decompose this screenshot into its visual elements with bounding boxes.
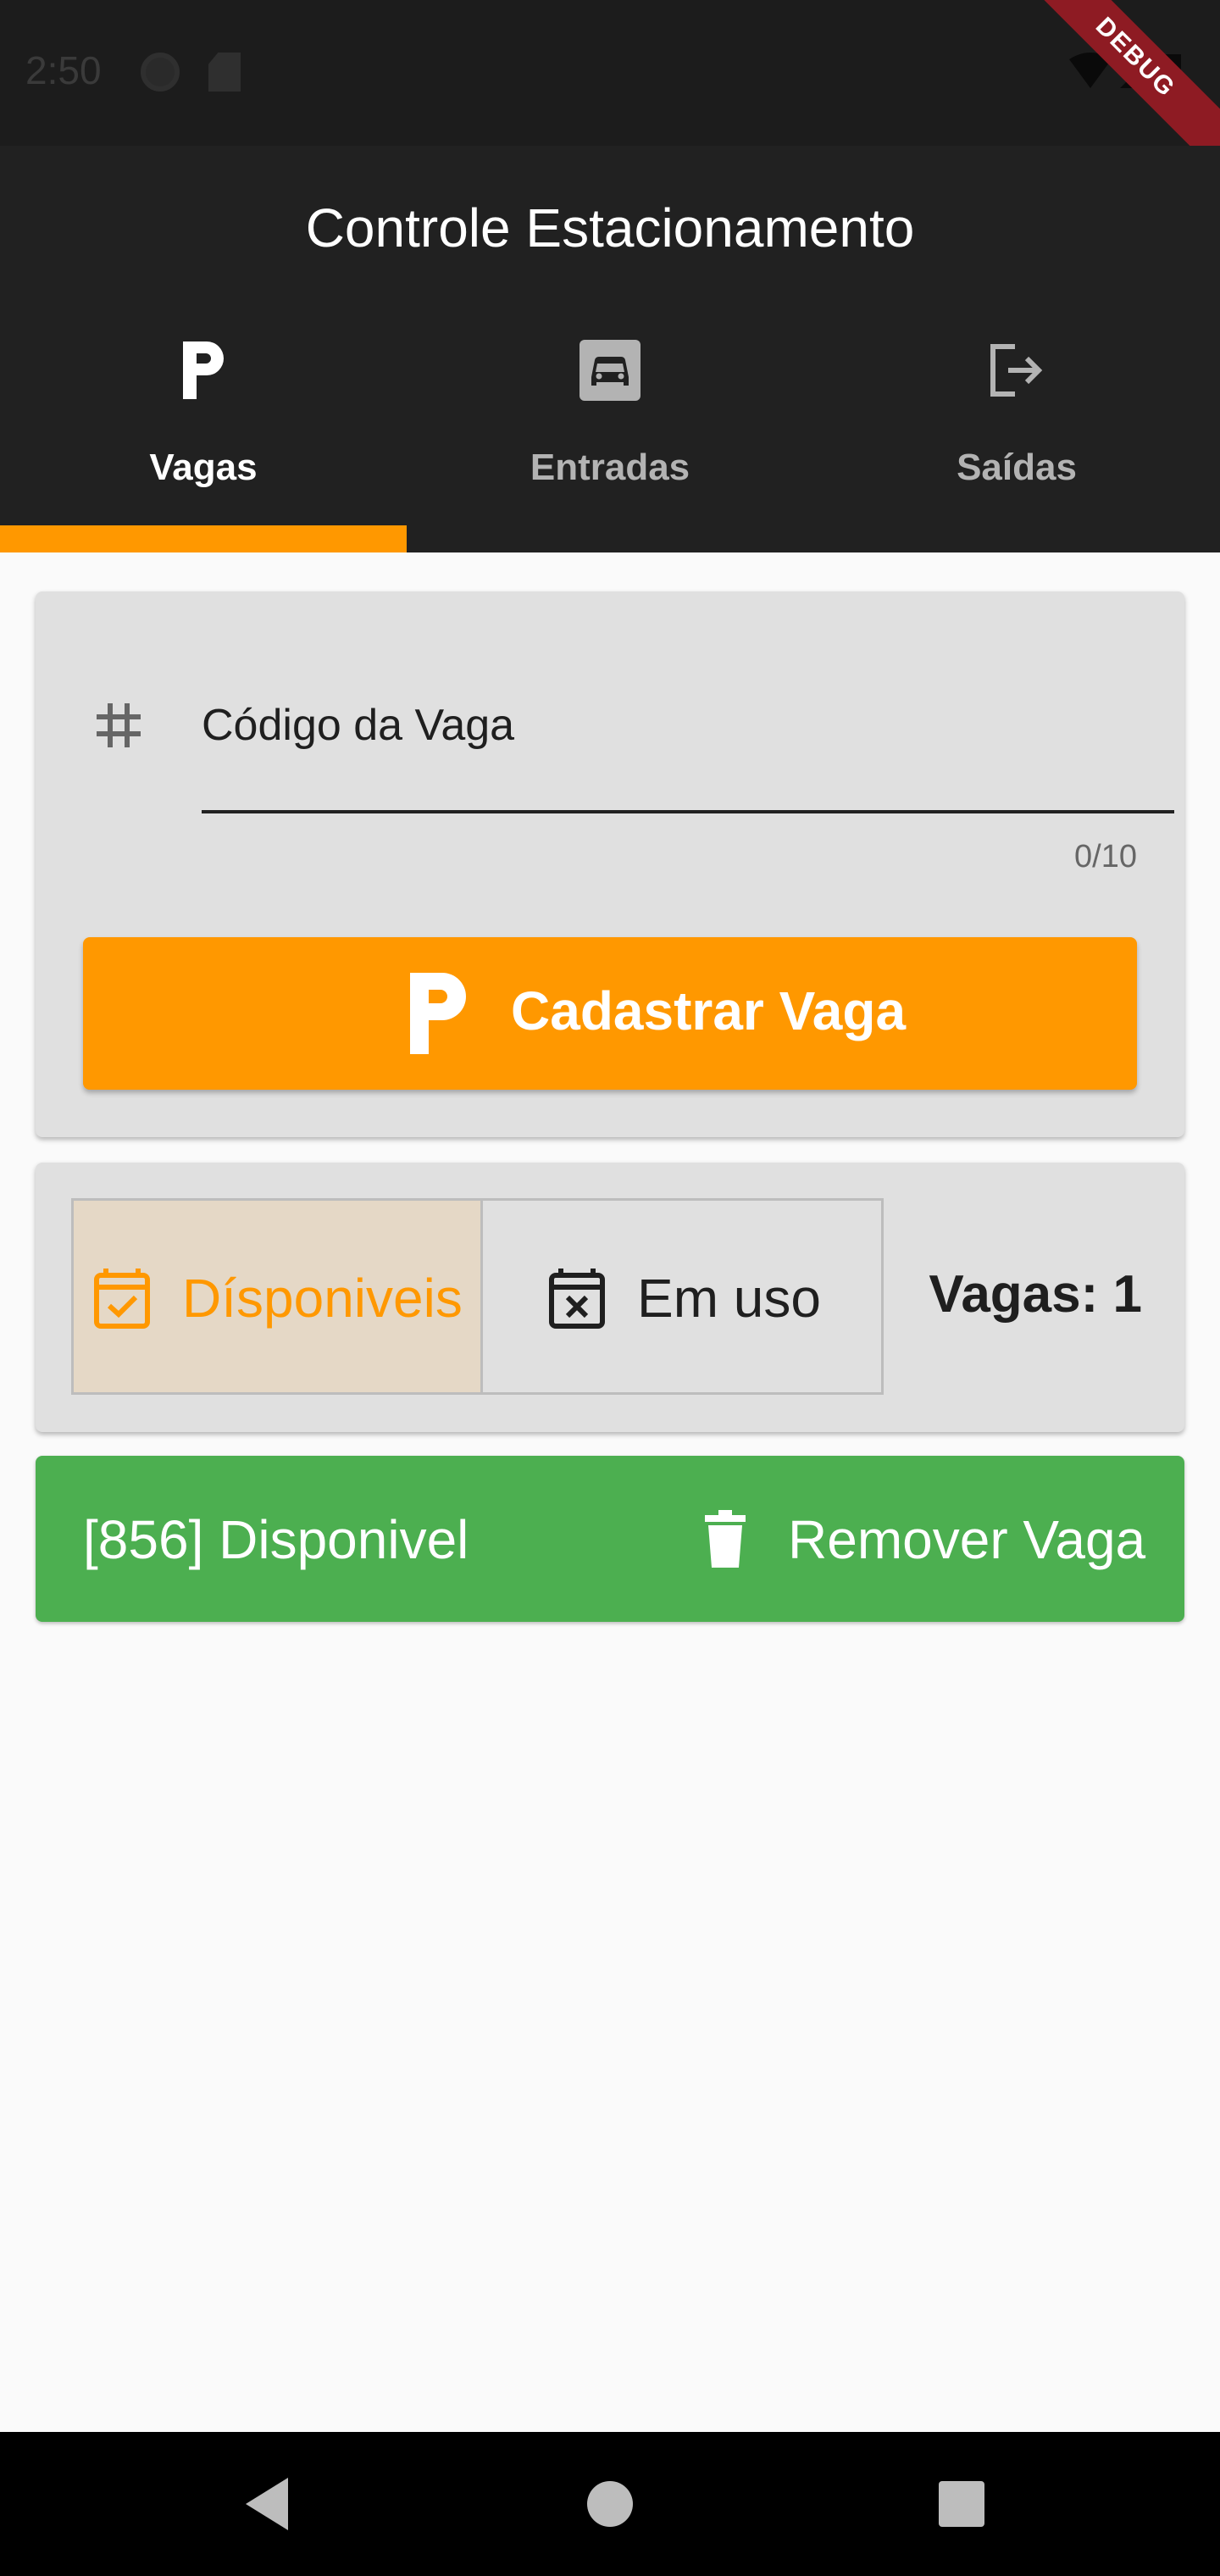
status-bar: 2:50 DEBUG [0,0,1220,177]
back-icon[interactable] [229,2466,305,2542]
register-spot-label: Cadastrar Vaga [511,980,907,1041]
recent-apps-icon[interactable] [923,2466,1000,2542]
calendar-check-icon [94,1269,150,1329]
character-counter: 0/10 [1074,839,1137,874]
parking-p-icon [183,341,224,399]
logout-icon [990,344,1043,397]
system-nav-bar [0,2432,1220,2576]
do-not-disturb-icon [141,53,180,92]
tab-saidas[interactable]: Saídas [813,328,1220,552]
status-time: 2:50 [25,48,102,92]
tab-indicator [0,525,407,552]
spot-count: Vagas: 1 [929,1265,1142,1324]
tab-entradas[interactable]: Entradas [407,328,813,552]
tab-vagas[interactable]: Vagas [0,328,407,552]
register-spot-button[interactable]: Cadastrar Vaga [83,937,1137,1090]
car-icon [580,340,640,401]
tab-label: Entradas [530,447,690,488]
trash-icon [705,1510,746,1568]
spot-code-input[interactable]: Código da Vaga [202,700,514,751]
list-item: [856] Disponivel Remover Vaga [36,1456,1184,1622]
remove-spot-button[interactable]: Remover Vaga [654,1490,1162,1591]
calendar-remove-icon [549,1269,605,1329]
page-title: Controle Estacionamento [305,197,915,258]
filter-card: Dísponiveis Em uso Vagas: 1 [36,1163,1184,1432]
input-underline [202,810,1174,813]
spot-status-text: [856] Disponivel [83,1509,469,1570]
sd-card-icon [208,53,241,92]
tab-bar: Vagas Entradas Saídas [0,328,1220,552]
tab-label: Vagas [149,447,258,488]
tab-label: Saídas [957,447,1077,488]
app-bar: Controle Estacionamento Vagas Entradas S [0,146,1220,552]
home-icon[interactable] [572,2466,648,2542]
in-use-toggle-button[interactable]: Em uso [480,1198,884,1395]
in-use-toggle-label: Em uso [637,1268,821,1329]
register-spot-card: Código da Vaga 0/10 Cadastrar Vaga [36,591,1184,1137]
available-toggle-label: Dísponiveis [182,1268,463,1329]
hash-icon [97,703,141,747]
available-toggle-button[interactable]: Dísponiveis [71,1198,483,1395]
parking-p-icon [410,973,466,1054]
remove-spot-label: Remover Vaga [788,1509,1146,1570]
